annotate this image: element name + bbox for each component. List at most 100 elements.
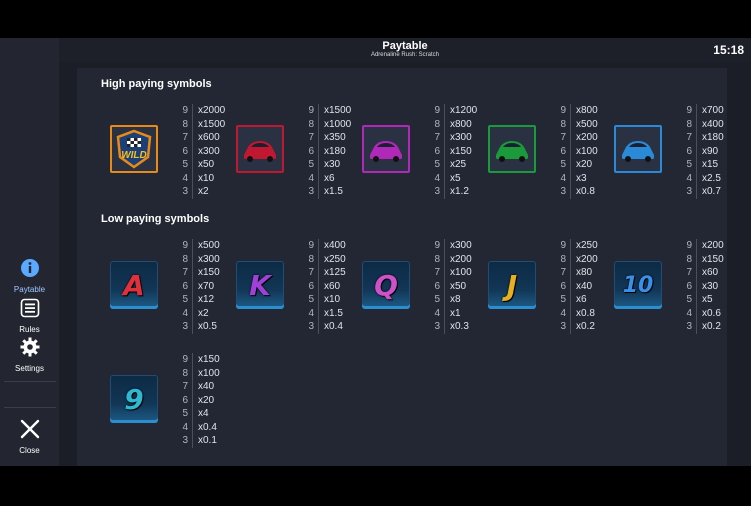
payout-row: 8 x100 [176,366,220,380]
sidebar-item-close[interactable]: Close [0,419,59,455]
symbol-count: 3 [308,321,314,332]
payout-row: 6 x300 [176,144,225,158]
payout-value: x125 [324,267,346,278]
payout-row: 7 x350 [302,131,351,145]
payout-value: x1 [450,307,461,319]
payout-row: 8 x300 [176,252,220,266]
payout-value: x50 [198,159,215,170]
symbol-count: 6 [308,145,314,157]
payout-row: 9 x250 [554,239,598,253]
payout-value: x0.4 [324,321,343,332]
payout-row: 6 x20 [176,393,220,407]
payout-row: 5 x12 [176,293,220,307]
sidebar-item-settings[interactable]: Settings [0,337,59,373]
payout-divider [192,131,193,145]
symbol-count: 6 [434,280,440,292]
symbol-count: 5 [560,159,566,170]
payout-row: 9 x200 [680,239,724,253]
symbol-count: 9 [560,240,566,251]
symbol-count: 7 [182,267,188,278]
payout-value: x200 [576,253,598,265]
symbol-letter: 9 [124,382,144,416]
payout-row: 6 x40 [554,279,598,293]
symbol-count: 8 [434,118,440,130]
payout-row: 4 x10 [176,171,225,185]
payout-value: x2000 [198,105,226,116]
sidebar-item-rules[interactable]: Rules [0,298,59,334]
payout-list: 9 x150 8 x100 7 x40 6 x20 5 x4 4 x0.4 3 x0.1 [176,353,220,448]
payout-value: x4 [198,408,209,419]
payout-list: 9 x800 8 x500 7 x200 6 x100 5 x20 4 x3 3 x0.8 [554,104,598,199]
payout-value: x0.2 [702,321,721,332]
symbol-count: 7 [560,267,566,278]
symbol-count: 4 [434,307,440,319]
payout-row: 7 x60 [680,266,724,280]
payout-divider [192,306,193,320]
payout-divider [318,252,319,266]
payout-row: 4 x0.8 [554,306,598,320]
symbol-letter: K [249,268,271,302]
payout-value: x6 [324,172,335,184]
payout-divider [192,239,193,253]
symbol-count: 4 [686,172,692,184]
payout-divider [696,320,697,334]
payout-row: 6 x90 [680,144,724,158]
symbol-count: 3 [182,186,188,197]
payout-row: 9 x300 [428,239,472,253]
payout-value: x300 [198,253,220,265]
payout-row: 6 x180 [302,144,351,158]
payout-divider [696,293,697,307]
symbol-count: 9 [686,105,692,116]
payout-row: 8 x1500 [176,117,225,131]
symbol-count: 4 [434,172,440,184]
payout-row: 8 x200 [554,252,598,266]
header: Paytable Adrenaline Rush: Scratch 15:18 [59,38,751,62]
payout-value: x100 [450,267,472,278]
payout-row: 3 x0.2 [680,320,724,334]
payout-divider [696,266,697,280]
payout-value: x180 [324,145,346,157]
payout-divider [318,266,319,280]
payout-row: 5 x6 [554,293,598,307]
payout-value: x15 [702,159,719,170]
sidebar-item-paytable[interactable]: Paytable [0,258,59,294]
payout-divider [444,158,445,172]
payout-divider [570,131,571,145]
payout-value: x40 [198,381,215,392]
symbol-count: 7 [434,267,440,278]
silver-car-icon [362,125,410,173]
payout-row: 9 x150 [176,353,220,367]
payout-value: x0.5 [198,321,217,332]
symbol-count: 9 [182,105,188,116]
payout-divider [696,306,697,320]
payout-divider [696,171,697,185]
payout-row: 3 x0.1 [176,434,220,448]
payout-divider [444,185,445,199]
symbol-count: 7 [686,267,692,278]
payout-divider [570,158,571,172]
payout-divider [192,420,193,434]
sidebar-divider [4,381,56,382]
top-bar [0,0,751,38]
payout-list: 9 x400 8 x250 7 x125 6 x60 5 x10 4 x1.5 3 x0.4 [302,239,346,334]
symbol-count: 7 [308,267,314,278]
symbol-count: 3 [560,186,566,197]
payout-value: x200 [702,240,724,251]
payout-row: 4 x0.6 [680,306,724,320]
sidebar-item-label: Close [19,446,40,455]
payout-divider [444,293,445,307]
symbol-count: 7 [560,132,566,143]
symbol-count: 6 [182,145,188,157]
payout-row: 3 x1.2 [428,185,477,199]
payout-value: x180 [702,132,724,143]
symbol-count: 8 [560,118,566,130]
payout-value: x8 [450,294,461,305]
payout-list: 9 x200 8 x150 7 x60 6 x30 5 x5 4 x0.6 3 x0.2 [680,239,724,334]
wild-label: WILD [121,150,147,161]
payout-value: x0.1 [198,435,217,446]
payout-value: x100 [576,145,598,157]
payout-value: x2 [198,186,209,197]
symbol-count: 8 [686,118,692,130]
payout-value: x600 [198,132,220,143]
symbol-letter: 10 [622,272,654,298]
